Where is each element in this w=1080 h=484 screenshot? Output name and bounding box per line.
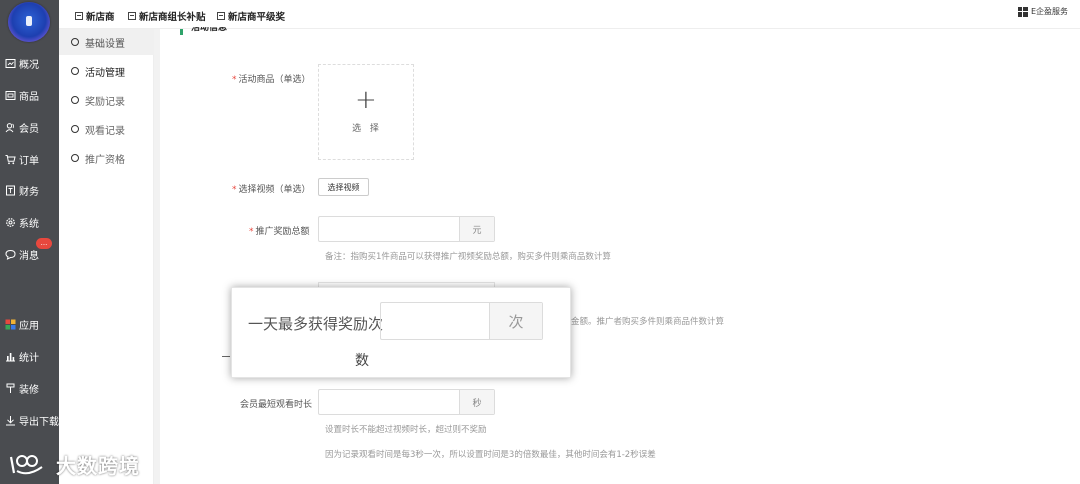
section-title: 活动信息: [191, 27, 228, 33]
sub-sidebar-divider: [154, 29, 160, 484]
subnav-item-reward-records[interactable]: 奖励记录: [59, 87, 154, 113]
main-sidebar: 概况 商品 会员 订单 财务 系统 消息 ... 应用 统计 装修 导出下载: [0, 0, 59, 484]
sidebar-item-decorate[interactable]: 装修: [0, 377, 59, 399]
tab-icon: [217, 12, 225, 20]
subnav-item-promotion-qualification[interactable]: 推广资格: [59, 145, 154, 171]
circle-icon: [71, 125, 79, 133]
subnav-item-watch-records[interactable]: 观看记录: [59, 116, 154, 142]
apps-icon: [5, 319, 16, 330]
sidebar-item-finance[interactable]: 财务: [0, 179, 59, 201]
sidebar-item-system[interactable]: 系统: [0, 211, 59, 233]
sidebar-item-goods[interactable]: 商品: [0, 84, 59, 106]
sidebar-item-export[interactable]: 导出下载: [0, 409, 59, 431]
message-badge: ...: [36, 238, 52, 249]
select-product-box[interactable]: + 选 择: [318, 64, 414, 160]
cart-icon: [5, 154, 16, 165]
plus-icon: +: [355, 85, 377, 115]
divider-fragment: [222, 356, 230, 357]
select-video-button[interactable]: 选择视频: [318, 178, 369, 196]
product-label: * 活动商品（单选）: [232, 75, 311, 85]
watch-note-2: 因为记录观看时间是每3秒一次，所以设置时间是3的倍数最佳，其他时间会有1-2秒误…: [325, 450, 656, 460]
reward-note: 备注：指购买1件商品可以获得推广视频奖励总额，购买多件则乘商品数计算: [325, 252, 611, 262]
section-marker: [180, 29, 183, 35]
watch-time-label: 会员最短观看时长: [240, 400, 313, 410]
tab-icon: [75, 12, 83, 20]
gear-icon: [5, 217, 16, 228]
grid-icon: [1017, 6, 1028, 17]
watch-note-1: 设置时长不能超过视频时长，超过则不奖励: [325, 425, 487, 435]
circle-icon: [71, 67, 79, 75]
daily-limit-field[interactable]: [381, 303, 489, 339]
video-label: * 选择视频（单选）: [232, 185, 311, 195]
watermark-logo-icon: [9, 455, 43, 475]
watermark: 大数跨境: [56, 454, 140, 478]
subnav-item-activity-management[interactable]: 活动管理: [59, 58, 154, 84]
message-icon: [5, 249, 16, 260]
sidebar-item-stats[interactable]: 统计: [0, 345, 59, 367]
circle-icon: [71, 96, 79, 104]
reward-total-unit: 元: [459, 217, 494, 241]
brush-icon: [5, 383, 16, 394]
watch-time-field[interactable]: [319, 390, 459, 414]
daily-limit-label: 一天最多获得奖励次: [248, 315, 384, 333]
chart-icon: [5, 351, 16, 362]
download-icon: [5, 415, 16, 426]
subnav-item-basic-settings[interactable]: 基础设置: [59, 29, 154, 55]
partial-note: 金额。推广者购买多件则乘商品件数计算: [571, 317, 725, 327]
sidebar-item-orders[interactable]: 订单: [0, 148, 59, 170]
tab-icon: [128, 12, 136, 20]
daily-limit-label-cont: 数: [355, 353, 369, 369]
member-icon: [5, 122, 16, 133]
finance-icon: [5, 185, 16, 196]
sidebar-item-apps[interactable]: 应用: [0, 313, 59, 335]
tab-leader-subsidy[interactable]: 新店商组长补贴: [128, 9, 206, 23]
tab-new-store[interactable]: 新店商: [75, 9, 115, 23]
reward-total-field[interactable]: [319, 217, 459, 241]
goods-icon: [5, 90, 16, 101]
circle-icon: [71, 38, 79, 46]
circle-icon: [71, 154, 79, 162]
top-bar: 新店商 新店商组长补贴 新店商平级奖 E企盈服务: [59, 0, 1080, 29]
sub-sidebar: 基础设置 活动管理 奖励记录 观看记录 推广资格: [59, 29, 154, 484]
service-link[interactable]: E企盈服务: [1017, 6, 1068, 17]
daily-limit-unit: 次: [489, 303, 542, 339]
tab-peer-reward[interactable]: 新店商平级奖: [217, 9, 285, 23]
select-product-text: 选 择: [352, 124, 382, 134]
zoom-callout: 一天最多获得奖励次 次 数: [231, 287, 571, 378]
daily-limit-input[interactable]: 次: [380, 302, 543, 340]
sidebar-item-members[interactable]: 会员: [0, 116, 59, 138]
watch-time-input[interactable]: 秒: [318, 389, 495, 415]
logo[interactable]: [8, 2, 50, 42]
reward-total-input[interactable]: 元: [318, 216, 495, 242]
dashboard-icon: [5, 58, 16, 69]
watch-time-unit: 秒: [459, 390, 494, 414]
sidebar-item-overview[interactable]: 概况: [0, 52, 59, 74]
reward-total-label: * 推广奖励总额: [249, 227, 310, 237]
